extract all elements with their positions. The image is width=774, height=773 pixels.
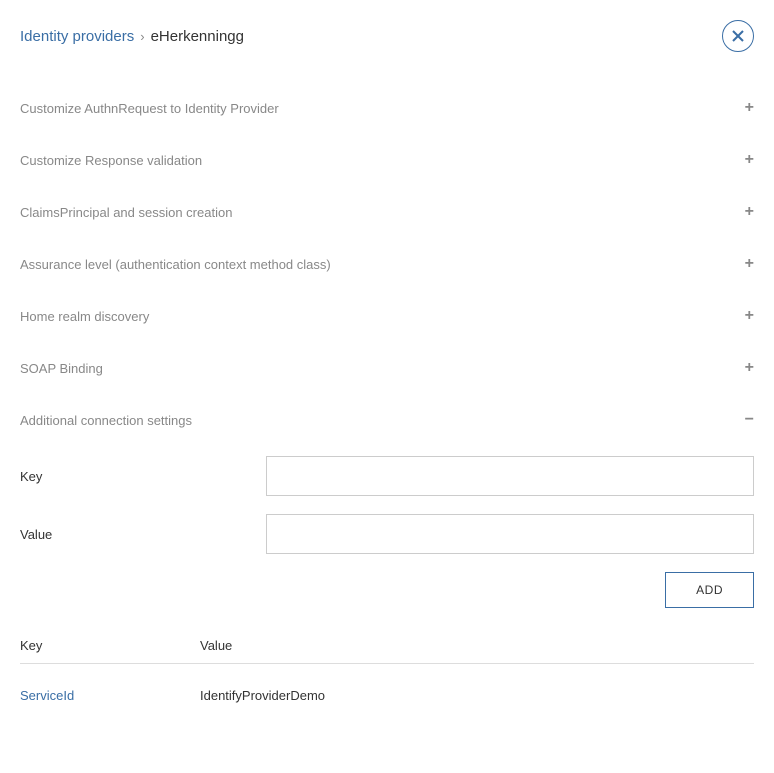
- key-input[interactable]: [266, 456, 754, 496]
- table-cell-value: IdentifyProviderDemo: [200, 688, 754, 703]
- accordion-title: ClaimsPrincipal and session creation: [20, 205, 232, 220]
- page-header: Identity providers › eHerkenningg: [20, 20, 754, 52]
- plus-icon: +: [745, 256, 754, 272]
- accordion-home-realm[interactable]: Home realm discovery +: [20, 290, 754, 342]
- accordion-list: Customize AuthnRequest to Identity Provi…: [20, 82, 754, 446]
- value-row: Value: [20, 514, 754, 554]
- accordion-response-validation[interactable]: Customize Response validation +: [20, 134, 754, 186]
- table-header: Key Value: [20, 638, 754, 664]
- plus-icon: +: [745, 204, 754, 220]
- close-icon: [731, 29, 745, 43]
- accordion-title: Additional connection settings: [20, 413, 192, 428]
- value-input[interactable]: [266, 514, 754, 554]
- value-label: Value: [20, 527, 266, 542]
- add-button[interactable]: ADD: [665, 572, 754, 608]
- additional-settings-form: Key Value ADD Key Value ServiceId Identi…: [20, 456, 754, 709]
- table-cell-key[interactable]: ServiceId: [20, 688, 200, 703]
- table-header-key: Key: [20, 638, 200, 653]
- accordion-authnrequest[interactable]: Customize AuthnRequest to Identity Provi…: [20, 82, 754, 134]
- accordion-title: SOAP Binding: [20, 361, 103, 376]
- minus-icon: −: [745, 412, 754, 428]
- plus-icon: +: [745, 152, 754, 168]
- close-button[interactable]: [722, 20, 754, 52]
- accordion-title: Assurance level (authentication context …: [20, 257, 331, 272]
- settings-table: Key Value ServiceId IdentifyProviderDemo: [20, 638, 754, 709]
- accordion-title: Customize AuthnRequest to Identity Provi…: [20, 101, 279, 116]
- accordion-claims-principal[interactable]: ClaimsPrincipal and session creation +: [20, 186, 754, 238]
- plus-icon: +: [745, 360, 754, 376]
- button-row: ADD: [20, 572, 754, 608]
- accordion-soap-binding[interactable]: SOAP Binding +: [20, 342, 754, 394]
- accordion-title: Home realm discovery: [20, 309, 149, 324]
- accordion-additional-settings[interactable]: Additional connection settings −: [20, 394, 754, 446]
- plus-icon: +: [745, 308, 754, 324]
- breadcrumb-current: eHerkenningg: [151, 28, 244, 45]
- breadcrumb-separator: ›: [140, 29, 144, 44]
- table-header-value: Value: [200, 638, 754, 653]
- key-row: Key: [20, 456, 754, 496]
- accordion-assurance-level[interactable]: Assurance level (authentication context …: [20, 238, 754, 290]
- breadcrumb-parent-link[interactable]: Identity providers: [20, 28, 134, 45]
- breadcrumb: Identity providers › eHerkenningg: [20, 28, 244, 45]
- accordion-title: Customize Response validation: [20, 153, 202, 168]
- table-row: ServiceId IdentifyProviderDemo: [20, 682, 754, 709]
- key-label: Key: [20, 469, 266, 484]
- plus-icon: +: [745, 100, 754, 116]
